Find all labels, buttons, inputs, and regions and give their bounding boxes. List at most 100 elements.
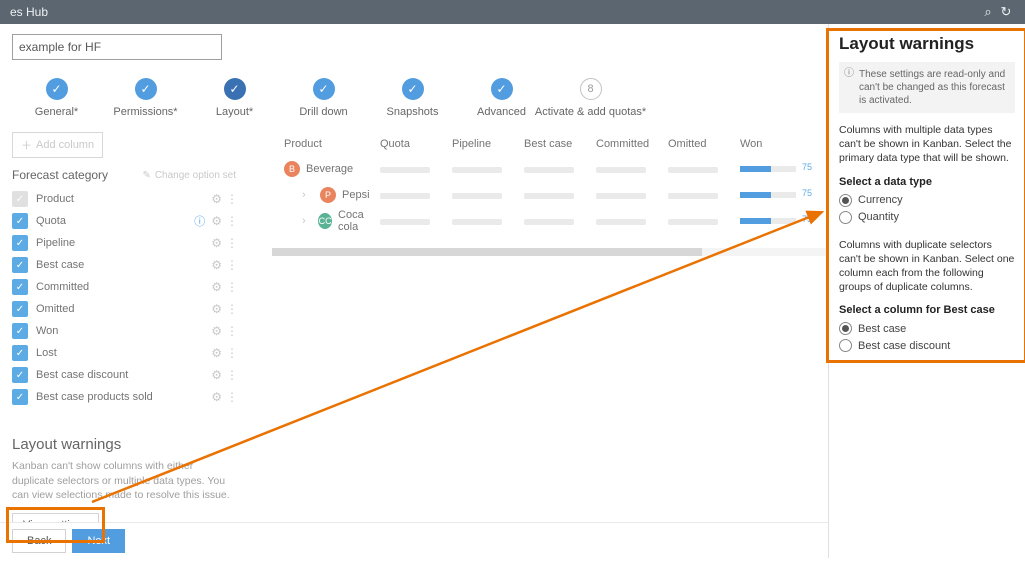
checkbox-icon[interactable]	[12, 191, 28, 207]
forecast-name-input[interactable]	[12, 34, 222, 60]
panel-paragraph-2: Columns with duplicate selectors can't b…	[839, 238, 1015, 295]
step-drilldown[interactable]: Drill down	[279, 78, 368, 118]
app-topbar: es Hub ⌕ ↻	[0, 0, 1025, 24]
info-icon[interactable]: ⓘ	[194, 213, 205, 229]
layout-warnings-heading: Layout warnings	[12, 436, 236, 453]
step-advanced[interactable]: Advanced	[457, 78, 546, 118]
radio-bestcase[interactable]: Best case	[839, 322, 1015, 335]
refresh-icon[interactable]: ↻	[997, 4, 1015, 20]
checkbox-icon[interactable]	[12, 345, 28, 361]
avatar: CC	[318, 213, 332, 229]
category-row[interactable]: Pipeline⚙ ⋮	[12, 232, 236, 254]
column-header: Best case	[524, 138, 596, 150]
radio-label: Currency	[858, 194, 903, 206]
category-row[interactable]: Lost⚙⋮	[12, 342, 236, 364]
radio-icon[interactable]	[839, 194, 852, 207]
category-label: Product	[36, 193, 211, 205]
category-list: Product⚙⋮Quotaⓘ⚙⋮Pipeline⚙⋮Best case⚙⋮Co…	[12, 188, 236, 408]
gear-icon[interactable]: ⚙	[211, 390, 222, 404]
step-snapshots[interactable]: Snapshots	[368, 78, 457, 118]
step-activateaddquotas[interactable]: 8Activate & add quotas*	[546, 78, 635, 118]
more-icon[interactable]: ⋮	[226, 368, 236, 382]
checkbox-icon[interactable]	[12, 235, 28, 251]
gear-icon[interactable]: ⚙	[211, 236, 222, 250]
more-icon[interactable]: ⋮	[226, 302, 236, 316]
search-icon[interactable]: ⌕	[979, 4, 997, 20]
row-name: Beverage	[306, 163, 353, 175]
gear-icon[interactable]: ⚙	[211, 346, 222, 360]
checkbox-icon[interactable]	[12, 213, 28, 229]
panel-readonly-note: These settings are read-only and can't b…	[839, 62, 1015, 113]
avatar: B	[284, 161, 300, 177]
category-row[interactable]: Committed⚙ ⋮	[12, 276, 236, 298]
more-icon[interactable]: ⋮	[226, 324, 236, 338]
category-row[interactable]: Best case discount⚙ ⋮	[12, 364, 236, 386]
category-label: Committed	[36, 281, 211, 293]
gear-icon[interactable]: ⚙	[211, 258, 222, 272]
checkbox-icon[interactable]	[12, 323, 28, 339]
more-icon[interactable]: ⋮	[226, 236, 236, 250]
gear-icon[interactable]: ⚙	[211, 280, 222, 294]
row-name: Pepsi	[342, 189, 370, 201]
column-header: Committed	[596, 138, 668, 150]
radio-label: Quantity	[858, 211, 899, 223]
chevron-right-icon[interactable]: ›	[302, 189, 314, 201]
column-header: Product	[260, 138, 380, 150]
row-name: Coca cola	[338, 209, 380, 233]
radio-label: Best case	[858, 323, 906, 335]
radio-datatype[interactable]: Quantity	[839, 211, 1015, 224]
layout-warnings-text: Kanban can't show columns with either du…	[12, 459, 236, 503]
more-icon[interactable]: ⋮	[226, 346, 236, 360]
category-label: Best case products sold	[36, 391, 211, 403]
category-row[interactable]: Best case products sold⚙ ⋮	[12, 386, 236, 408]
panel-paragraph-1: Columns with multiple data types can't b…	[839, 123, 1015, 166]
radio-icon[interactable]	[839, 211, 852, 224]
checkbox-icon[interactable]	[12, 389, 28, 405]
panel-subhead-datatype: Select a data type	[839, 176, 1015, 188]
more-icon[interactable]: ⋮	[226, 214, 236, 228]
category-label: Quota	[36, 215, 194, 227]
chevron-right-icon[interactable]: ›	[302, 215, 312, 227]
category-row[interactable]: Won⚙ ⋮	[12, 320, 236, 342]
gear-icon[interactable]: ⚙	[211, 302, 222, 316]
gear-icon[interactable]: ⚙	[211, 324, 222, 338]
more-icon[interactable]: ⋮	[226, 280, 236, 294]
category-label: Best case discount	[36, 369, 211, 381]
step-general[interactable]: General*	[12, 78, 101, 118]
radio-icon[interactable]	[839, 322, 852, 335]
more-icon[interactable]: ⋮	[226, 192, 236, 206]
category-label: Won	[36, 325, 211, 337]
avatar: P	[320, 187, 336, 203]
category-row[interactable]: Product⚙ ⋮	[12, 188, 236, 210]
more-icon[interactable]: ⋮	[226, 258, 236, 272]
panel-title: Layout warnings	[839, 34, 1015, 54]
column-header: Won	[740, 138, 812, 150]
layout-warnings-panel: Layout warnings These settings are read-…	[828, 24, 1025, 558]
checkbox-icon[interactable]	[12, 301, 28, 317]
panel-subhead-bestcase: Select a column for Best case	[839, 304, 1015, 316]
forecast-category-header: Forecast category	[12, 168, 142, 182]
radio-bestcase[interactable]: Best case discount	[839, 339, 1015, 352]
add-column-label: Add column	[36, 139, 94, 151]
app-title: es Hub	[10, 5, 48, 19]
category-row[interactable]: Best case⚙⋮	[12, 254, 236, 276]
category-label: Omitted	[36, 303, 211, 315]
step-permissions[interactable]: Permissions*	[101, 78, 190, 118]
add-column-button[interactable]: ＋ Add column	[12, 132, 103, 158]
step-layout[interactable]: Layout*	[190, 78, 279, 118]
radio-label: Best case discount	[858, 340, 950, 352]
change-option-set-link[interactable]: ✎ Change option set	[142, 170, 236, 181]
gear-icon[interactable]: ⚙	[211, 192, 222, 206]
gear-icon[interactable]: ⚙	[211, 214, 222, 228]
category-row[interactable]: Omitted⚙ ⋮	[12, 298, 236, 320]
category-row[interactable]: Quotaⓘ ⚙ ⋮	[12, 210, 236, 232]
category-label: Pipeline	[36, 237, 211, 249]
more-icon[interactable]: ⋮	[226, 390, 236, 404]
radio-datatype[interactable]: Currency	[839, 194, 1015, 207]
gear-icon[interactable]: ⚙	[211, 368, 222, 382]
column-header: Pipeline	[452, 138, 524, 150]
checkbox-icon[interactable]	[12, 279, 28, 295]
radio-icon[interactable]	[839, 339, 852, 352]
checkbox-icon[interactable]	[12, 257, 28, 273]
checkbox-icon[interactable]	[12, 367, 28, 383]
